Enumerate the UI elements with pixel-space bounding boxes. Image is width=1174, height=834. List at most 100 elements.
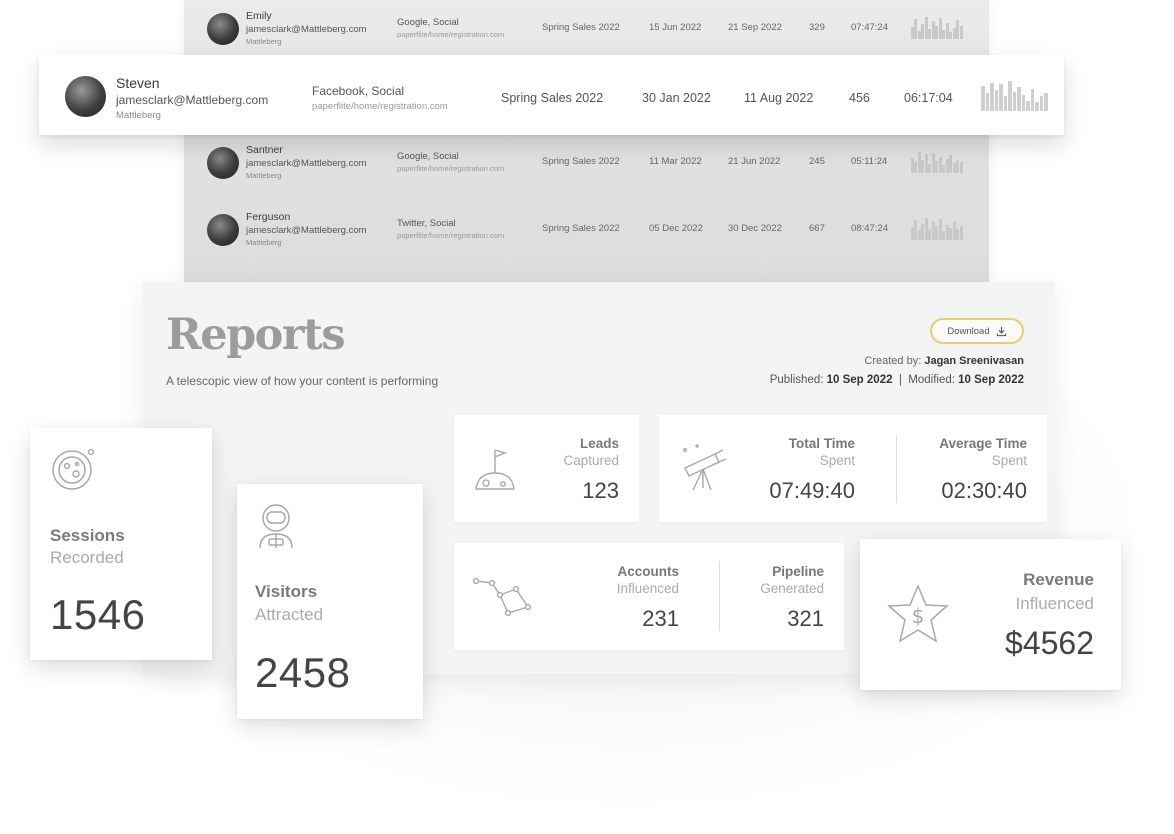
sparkline-bar xyxy=(1035,102,1039,111)
traffic-source: Facebook, Social xyxy=(312,84,405,98)
visitor-name: Santner xyxy=(246,144,283,156)
visitor-name: Steven xyxy=(116,75,160,91)
time-spent: 07:47:24 xyxy=(851,22,888,33)
traffic-source: Twitter, Social xyxy=(397,218,456,229)
last-date: 30 Dec 2022 xyxy=(728,223,782,234)
download-label: Download xyxy=(947,325,990,337)
sparkline-bar xyxy=(1044,93,1048,111)
total-time-label: Total Time xyxy=(788,436,855,451)
sparkline-bar xyxy=(1026,100,1030,111)
campaign: Spring Sales 2022 xyxy=(501,91,604,105)
page-title: Reports xyxy=(166,310,346,360)
sparkline-bar xyxy=(999,84,1003,111)
visitor-name: Ferguson xyxy=(246,211,291,223)
first-date: 11 Mar 2022 xyxy=(649,156,702,167)
sparkline-bar xyxy=(1030,88,1035,111)
revenue-value: $4562 xyxy=(1005,625,1094,661)
view-count: 329 xyxy=(809,22,825,33)
visitor-email: jamesclark@Mattleberg.com xyxy=(246,24,367,35)
sparkline-bar xyxy=(959,162,963,173)
avatar xyxy=(207,13,239,45)
average-time-value: 02:30:40 xyxy=(941,478,1027,503)
campaign: Spring Sales 2022 xyxy=(542,156,620,167)
pipeline-value: 321 xyxy=(787,606,824,631)
view-count: 667 xyxy=(809,223,825,234)
visitor-company: Mattleberg xyxy=(116,110,161,121)
table-row[interactable]: Ferguson jamesclark@Mattleberg.com Mattl… xyxy=(184,201,989,259)
visitor-name: Emily xyxy=(246,10,272,22)
table-row[interactable]: Santner jamesclark@Mattleberg.com Mattle… xyxy=(184,134,989,192)
created-by: Created by: Jagan Sreenivasan xyxy=(864,355,1024,367)
constellation-icon xyxy=(472,577,532,617)
sessions-table: Emily jamesclark@Mattleberg.com Mattlebe… xyxy=(184,0,989,300)
accounts-label: Accounts xyxy=(617,564,679,579)
sparkline-bar xyxy=(1039,96,1044,111)
avatar xyxy=(207,214,239,246)
source-url: paperflite/home/registration.com xyxy=(397,231,505,240)
leads-label: Leads xyxy=(579,436,619,451)
sparkline-bar xyxy=(1008,81,1012,111)
revenue-label: Revenue xyxy=(1023,570,1094,589)
sparkline-bar xyxy=(981,85,985,111)
visitor-company: Mattleberg xyxy=(246,171,282,180)
sparkline-bar xyxy=(1012,91,1017,111)
visitor-email: jamesclark@Mattleberg.com xyxy=(246,225,367,236)
sparkline-bar xyxy=(959,25,963,39)
campaign: Spring Sales 2022 xyxy=(542,22,620,33)
sessions-value: 1546 xyxy=(50,591,146,638)
last-date: 21 Jun 2022 xyxy=(728,156,781,167)
campaign: Spring Sales 2022 xyxy=(542,223,620,234)
first-date: 05 Dec 2022 xyxy=(649,223,703,234)
accounts-sublabel: Influenced xyxy=(616,581,679,596)
sparkline-bar xyxy=(1003,96,1008,111)
avatar xyxy=(65,76,106,117)
visitor-email: jamesclark@Mattleberg.com xyxy=(116,93,269,107)
visitor-email: jamesclark@Mattleberg.com xyxy=(246,158,367,169)
sparkline-bar xyxy=(994,90,999,111)
activity-sparkline xyxy=(911,218,963,240)
sparkline-bar xyxy=(985,93,990,111)
sessions-card: Sessions Recorded 1546 xyxy=(30,428,212,660)
visitor-company: Mattleberg xyxy=(246,238,282,247)
revenue-card: $ Revenue Influenced $4562 xyxy=(860,539,1121,690)
first-date: 15 Jun 2022 xyxy=(649,22,702,33)
visitors-card: Visitors Attracted 2458 xyxy=(237,484,423,719)
download-button[interactable]: Download xyxy=(930,318,1024,344)
divider xyxy=(896,435,897,503)
leads-sublabel: Captured xyxy=(563,453,619,468)
view-count: 456 xyxy=(849,91,870,105)
accounts-value: 231 xyxy=(642,606,679,631)
visitors-sublabel: Attracted xyxy=(255,605,324,624)
sessions-label: Sessions xyxy=(50,526,125,545)
svg-text:$: $ xyxy=(912,604,925,628)
sparkline-bar xyxy=(990,82,994,111)
pipeline-label: Pipeline xyxy=(772,564,824,579)
source-url: paperflite/home/registration.com xyxy=(397,30,505,39)
download-icon xyxy=(996,326,1006,336)
activity-sparkline xyxy=(911,151,963,173)
table-row[interactable]: Emily jamesclark@Mattleberg.com Mattlebe… xyxy=(184,0,989,58)
visitor-company: Mattleberg xyxy=(246,37,282,46)
source-url: paperflite/home/registration.com xyxy=(397,164,505,173)
planet-icon xyxy=(52,448,95,490)
activity-sparkline xyxy=(911,17,963,39)
average-time-sublabel: Spent xyxy=(991,453,1027,468)
average-time-label: Average Time xyxy=(939,436,1027,451)
total-time-value: 07:49:40 xyxy=(769,478,855,503)
time-spent: 06:17:04 xyxy=(904,91,953,105)
page-subtitle: A telescopic view of how your content is… xyxy=(166,374,439,388)
total-time-sublabel: Spent xyxy=(819,453,855,468)
sparkline-bar xyxy=(1017,87,1021,111)
table-row-highlighted[interactable]: Steven jamesclark@Mattleberg.com Mattleb… xyxy=(39,55,1064,135)
divider xyxy=(719,561,720,631)
avatar xyxy=(207,147,239,179)
visitors-label: Visitors xyxy=(255,582,318,601)
view-count: 245 xyxy=(809,156,825,167)
traffic-source: Google, Social xyxy=(397,151,459,162)
sparkline-bar xyxy=(959,225,963,240)
activity-sparkline xyxy=(981,81,1049,111)
pipeline-sublabel: Generated xyxy=(760,581,824,596)
leads-card: Leads Captured 123 xyxy=(454,415,639,522)
astronaut-icon xyxy=(259,504,293,549)
sparkline-bar xyxy=(1021,94,1026,111)
